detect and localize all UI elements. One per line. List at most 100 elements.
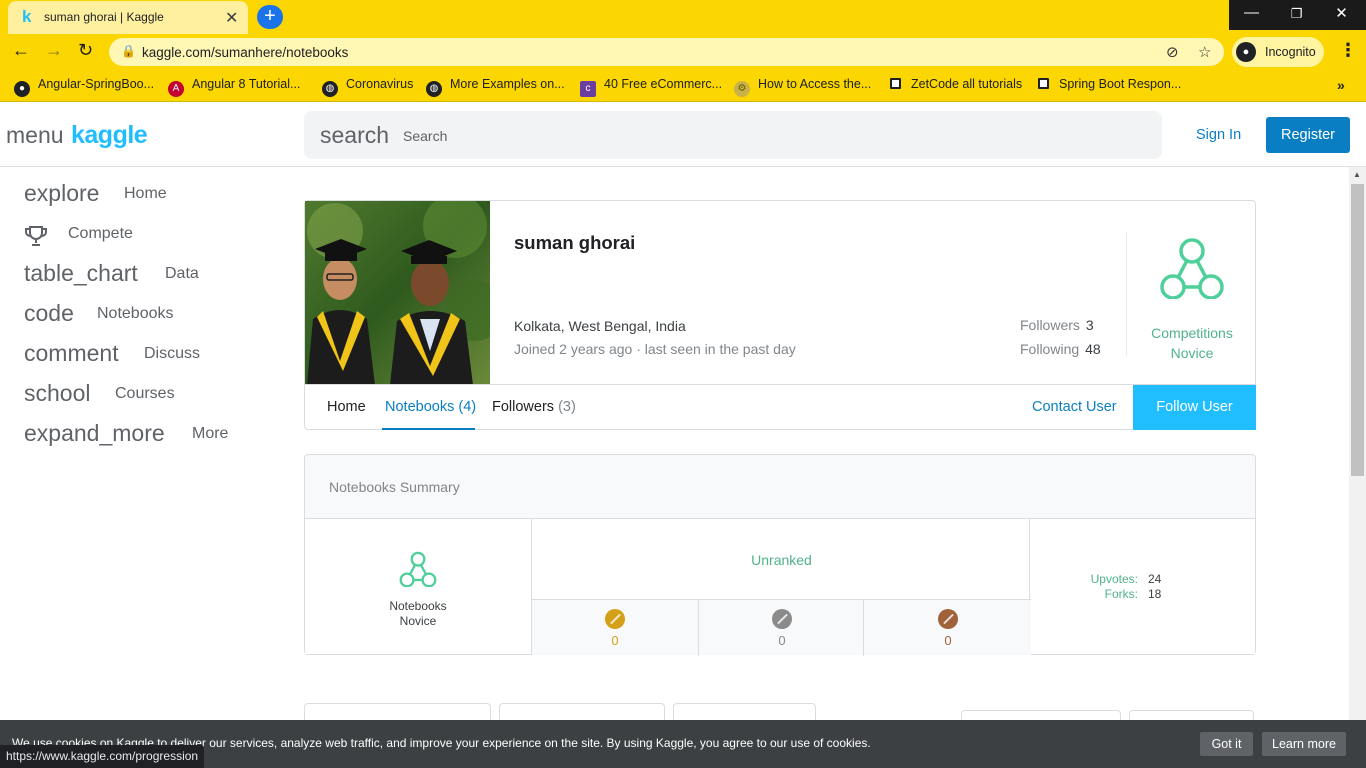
contact-user-link[interactable]: Contact User bbox=[1032, 399, 1117, 415]
silver-medal-icon bbox=[772, 609, 792, 629]
kaggle-logo[interactable]: kaggle bbox=[71, 121, 148, 150]
tab-notebooks[interactable]: Notebooks (4) bbox=[385, 399, 476, 415]
upvotes-label: Upvotes: bbox=[1090, 572, 1138, 586]
trophy-icon bbox=[25, 226, 47, 246]
register-button[interactable]: Register bbox=[1266, 117, 1350, 153]
bronze-medal: 0 bbox=[865, 600, 1031, 656]
bookmark-item[interactable]: ⚙ How to Access the... bbox=[734, 77, 872, 97]
bookmark-label: Spring Boot Respon... bbox=[1059, 77, 1182, 91]
bookmark-label: How to Access the... bbox=[758, 77, 872, 91]
globe-icon: ◍ bbox=[426, 81, 442, 97]
window-close-icon[interactable]: ✕ bbox=[1319, 4, 1364, 22]
search-input[interactable]: Search bbox=[403, 128, 447, 144]
bookmark-item[interactable]: ◍ Coronavirus bbox=[322, 77, 414, 97]
tier-icon bbox=[1160, 238, 1224, 299]
tab-close-icon[interactable]: ✕ bbox=[225, 8, 238, 28]
sidebar-item-discuss[interactable]: comment Discuss bbox=[24, 340, 200, 370]
following-label: Following bbox=[1020, 341, 1080, 357]
tier-category: Competitions bbox=[1151, 325, 1233, 341]
restore-icon[interactable]: ❐ bbox=[1274, 6, 1319, 22]
sidebar-item-label: Compete bbox=[68, 225, 133, 242]
learn-more-button[interactable]: Learn more bbox=[1262, 732, 1346, 756]
profile-name: suman ghorai bbox=[514, 232, 636, 253]
bookmark-label: 40 Free eCommerc... bbox=[604, 77, 723, 91]
bookmark-item[interactable]: A Angular 8 Tutorial... bbox=[168, 77, 301, 97]
github-icon: ● bbox=[14, 81, 30, 97]
page-scrollbar[interactable]: ▲ bbox=[1349, 167, 1366, 723]
tab-followers[interactable]: Followers (3) bbox=[492, 399, 576, 415]
sidebar-item-notebooks[interactable]: code Notebooks bbox=[24, 300, 174, 330]
bookmark-item[interactable]: c 40 Free eCommerc... bbox=[580, 77, 723, 97]
incognito-indicator[interactable]: ● Incognito bbox=[1232, 37, 1324, 67]
page-icon bbox=[1038, 78, 1049, 89]
sign-in-link[interactable]: Sign In bbox=[1196, 127, 1241, 143]
upvotes-count: 24 bbox=[1148, 572, 1162, 586]
bookmarks-overflow-icon[interactable]: » bbox=[1337, 77, 1345, 93]
bookmarks-bar: ● Angular-SpringBoo... A Angular 8 Tutoria… bbox=[0, 70, 1366, 102]
search-bar[interactable]: search Search bbox=[304, 111, 1162, 159]
browser-menu-icon[interactable]: ⋮ bbox=[1339, 40, 1357, 61]
bookmark-item[interactable]: ● Angular-SpringBoo... bbox=[14, 77, 154, 97]
tab-count: (3) bbox=[558, 399, 576, 415]
eye-off-icon[interactable]: ⊘ bbox=[1166, 43, 1179, 61]
url-text: kaggle.com/sumanhere/notebooks bbox=[142, 45, 349, 60]
bronze-medal-count: 0 bbox=[944, 633, 952, 648]
following-count: 48 bbox=[1085, 341, 1101, 357]
sidebar-item-data[interactable]: table_chart Data bbox=[24, 260, 199, 290]
incognito-icon: ● bbox=[1236, 42, 1256, 62]
cookie-banner: We use cookies on Kaggle to deliver our … bbox=[0, 720, 1366, 768]
browser-tab[interactable]: k suman ghorai | Kaggle ✕ bbox=[8, 1, 248, 34]
lock-icon[interactable]: 🔒 bbox=[121, 44, 136, 58]
followers-count: 3 bbox=[1085, 317, 1094, 333]
tab-home[interactable]: Home bbox=[327, 399, 366, 415]
bookmark-item[interactable]: ZetCode all tutorials bbox=[890, 77, 1022, 95]
forward-icon[interactable]: → bbox=[45, 40, 63, 61]
forks-label: Forks: bbox=[1104, 587, 1138, 601]
profile-photo bbox=[305, 201, 490, 385]
explore-icon: explore bbox=[24, 180, 100, 206]
sidebar-item-label: More bbox=[192, 425, 229, 442]
summary-row: Notebooks Novice Unranked 0 0 0 Upvotes:… bbox=[305, 518, 1255, 656]
tier-icon bbox=[399, 551, 437, 587]
profile-joined: Joined 2 years ago · last seen in the pa… bbox=[514, 341, 796, 357]
competitions-tier: Competitions Novice bbox=[1126, 232, 1256, 361]
new-tab-button[interactable]: + bbox=[257, 5, 283, 29]
kaggle-favicon-icon: k bbox=[22, 7, 32, 26]
incognito-label: Incognito bbox=[1265, 45, 1316, 59]
followers-stat[interactable]: Followers 3 bbox=[1020, 317, 1094, 333]
follow-user-button[interactable]: Follow User bbox=[1133, 385, 1256, 430]
minimize-icon[interactable]: — bbox=[1229, 4, 1274, 21]
gold-medal: 0 bbox=[532, 600, 698, 656]
address-bar[interactable]: 🔒 kaggle.com/sumanhere/notebooks ⊘ ☆ bbox=[109, 38, 1224, 66]
sidebar-item-label: Discuss bbox=[144, 345, 201, 362]
got-it-button[interactable]: Got it bbox=[1200, 732, 1253, 756]
tier-level: Novice bbox=[1170, 345, 1214, 361]
profile-tabs: Home Notebooks (4) Followers (3) Contact… bbox=[305, 384, 1256, 430]
back-icon[interactable]: ← bbox=[12, 40, 30, 61]
page-icon bbox=[890, 78, 901, 89]
reload-icon[interactable]: ↻ bbox=[78, 40, 93, 61]
comment-icon: comment bbox=[24, 340, 119, 366]
scrollbar-thumb[interactable] bbox=[1351, 184, 1364, 476]
site-header: menu kaggle search Search Sign In Regist… bbox=[0, 103, 1366, 167]
bookmark-item[interactable]: ◍ More Examples on... bbox=[426, 77, 565, 97]
scroll-up-icon[interactable]: ▲ bbox=[1353, 170, 1361, 179]
following-stat[interactable]: Following 48 bbox=[1020, 341, 1101, 357]
profile-location: Kolkata, West Bengal, India bbox=[514, 318, 686, 334]
tier-level: Novice bbox=[399, 614, 437, 628]
gold-medal-count: 0 bbox=[611, 633, 619, 648]
colorlib-icon: c bbox=[580, 81, 596, 97]
bookmark-label: More Examples on... bbox=[450, 77, 565, 91]
sidebar-item-courses[interactable]: school Courses bbox=[24, 380, 175, 410]
notebooks-summary-card: Notebooks Summary Notebooks Novice Unran… bbox=[304, 454, 1256, 656]
sidebar-item-more[interactable]: expand_more More bbox=[24, 420, 228, 450]
sidebar-item-home[interactable]: explore Home bbox=[24, 180, 167, 210]
star-icon[interactable]: ☆ bbox=[1198, 43, 1211, 61]
menu-icon[interactable]: menu bbox=[6, 122, 64, 149]
bookmark-label: ZetCode all tutorials bbox=[911, 77, 1023, 91]
sidebar-item-label: Notebooks bbox=[97, 305, 174, 322]
bookmark-item[interactable]: Spring Boot Respon... bbox=[1038, 77, 1181, 95]
bookmark-label: Angular 8 Tutorial... bbox=[192, 77, 301, 91]
search-icon: search bbox=[320, 122, 390, 148]
bookmark-label: Coronavirus bbox=[346, 77, 414, 91]
